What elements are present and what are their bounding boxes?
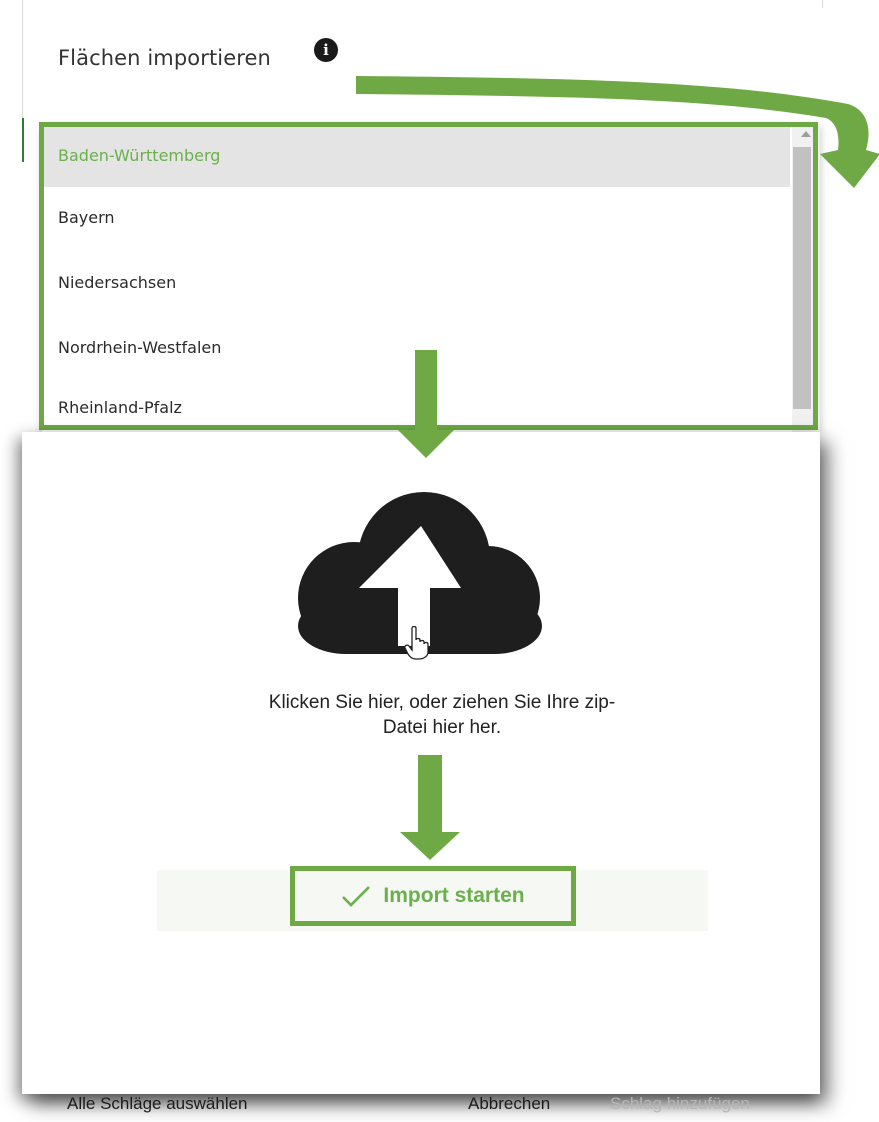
field-underline-mark — [22, 118, 24, 162]
state-dropdown-list[interactable]: Baden-Württemberg Bayern Niedersachsen N… — [42, 125, 820, 432]
scroll-up-arrow-icon[interactable] — [801, 131, 811, 137]
dropdown-scrollbar[interactable] — [792, 125, 820, 432]
instruction-line-1: Klicken Sie hier, oder ziehen Sie Ihre z… — [268, 692, 616, 713]
scrollbar-thumb[interactable] — [793, 147, 811, 409]
cancel-button[interactable]: Abbrechen — [468, 1094, 550, 1114]
add-field-button[interactable]: Schlag hinzufügen — [610, 1094, 750, 1114]
check-icon — [342, 886, 371, 907]
select-all-fields-button[interactable]: Alle Schläge auswählen — [67, 1094, 248, 1114]
dropdown-item-bayern[interactable]: Bayern — [42, 187, 790, 249]
instruction-line-2: Datei hier her. — [382, 717, 502, 738]
upload-instruction[interactable]: Klicken Sie hier, oder ziehen Sie Ihre z… — [182, 690, 702, 740]
import-start-button[interactable]: Import starten — [290, 866, 576, 926]
info-icon[interactable]: i — [314, 38, 338, 62]
hand-cursor-icon — [404, 626, 429, 660]
dropdown-item-nordrhein-westfalen[interactable]: Nordrhein-Westfalen — [42, 317, 790, 379]
import-start-label: Import starten — [383, 884, 525, 907]
dialog-title: Flächen importieren — [58, 46, 271, 70]
upload-dialog: Klicken Sie hier, oder ziehen Sie Ihre z… — [22, 432, 820, 1113]
dropdown-item-baden-wuerttemberg[interactable]: Baden-Württemberg — [42, 125, 790, 187]
dropdown-item-rheinland-pfalz[interactable]: Rheinland-Pfalz — [42, 377, 790, 432]
dropdown-item-niedersachsen[interactable]: Niedersachsen — [42, 252, 790, 314]
